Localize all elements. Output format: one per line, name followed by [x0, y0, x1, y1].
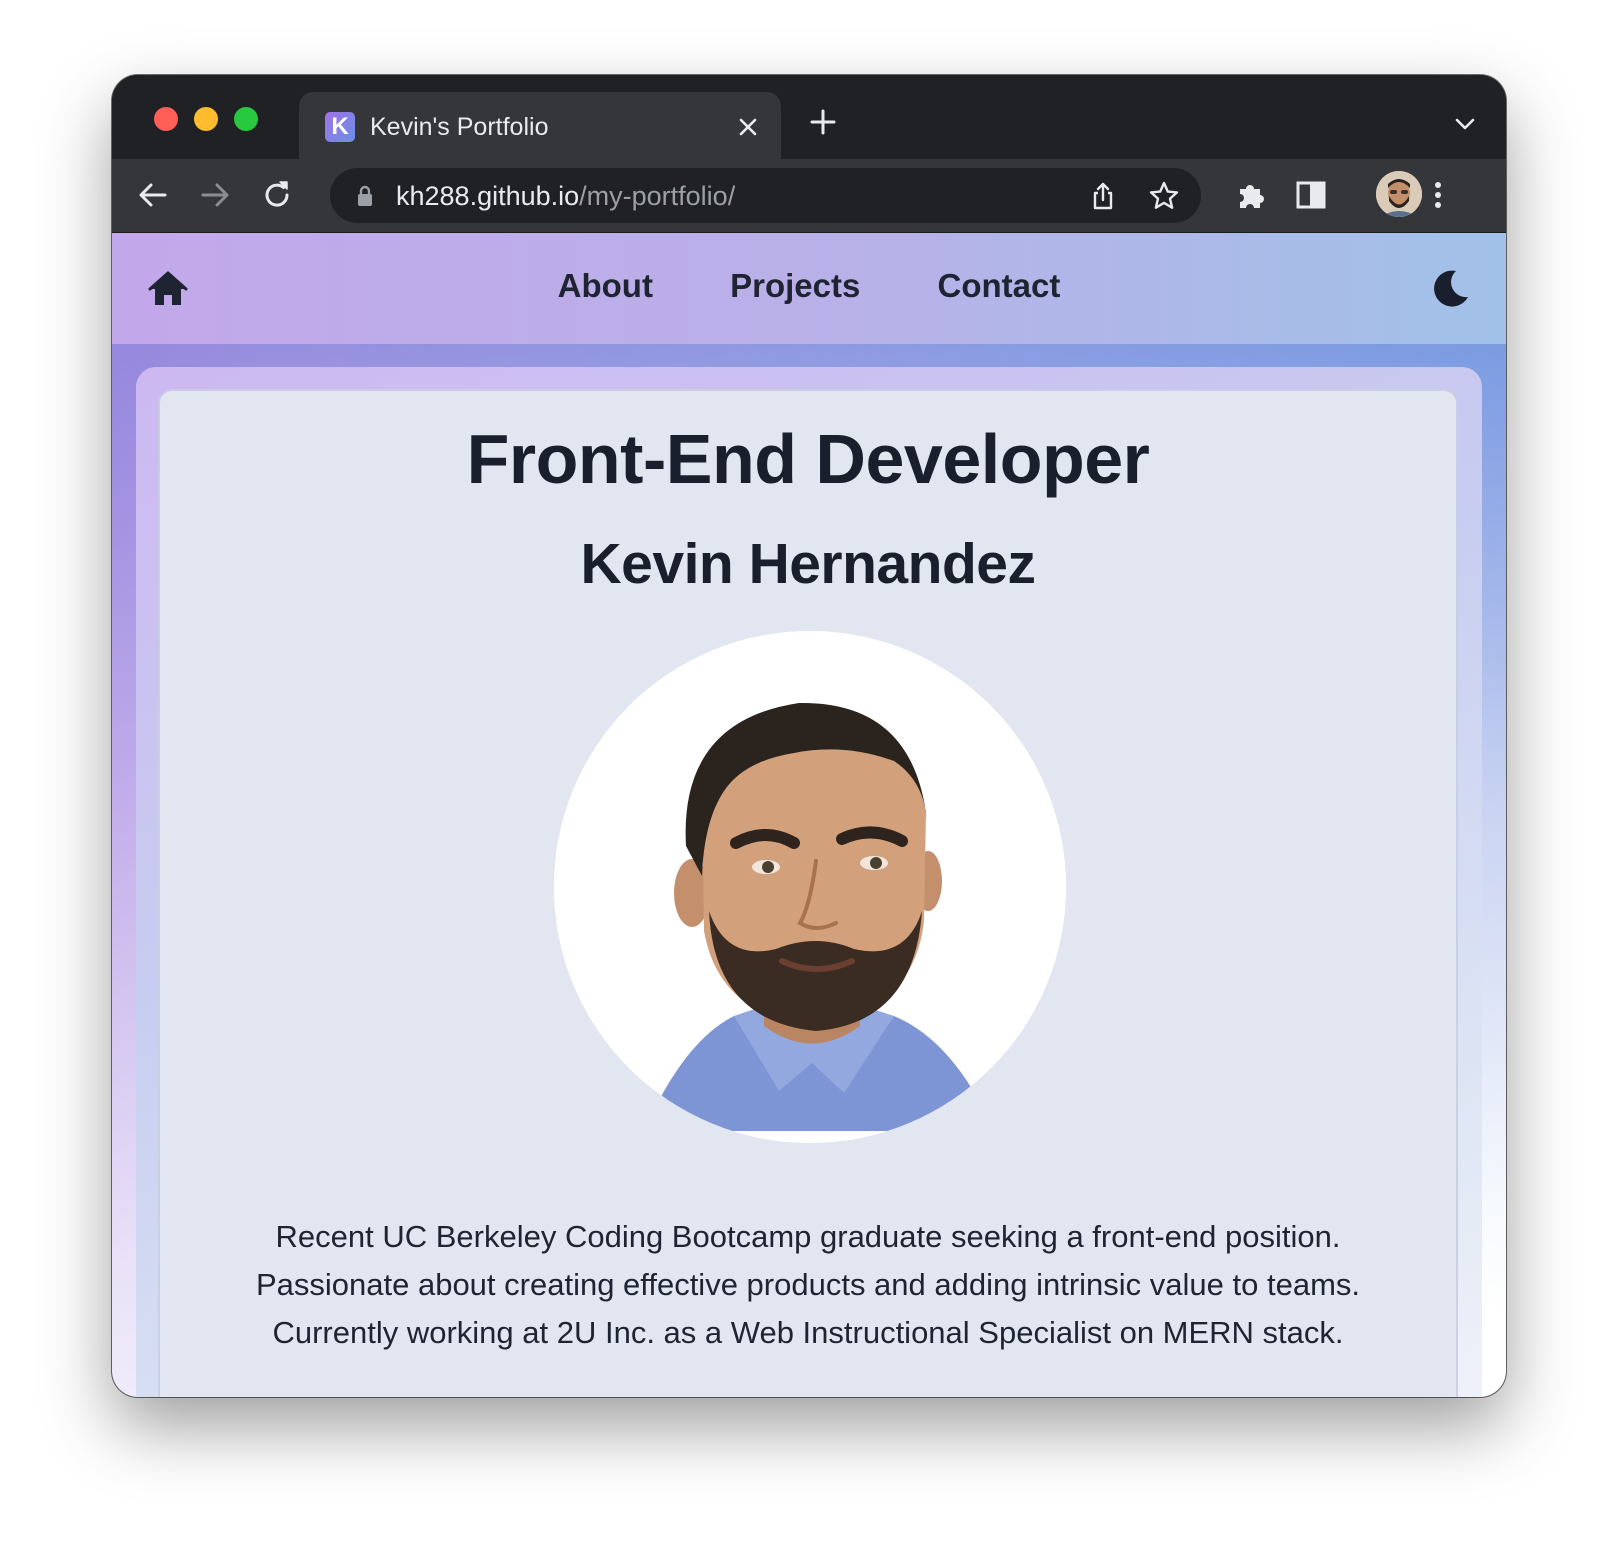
back-icon[interactable] — [134, 176, 172, 214]
nav-about-link[interactable]: About — [558, 267, 653, 305]
address-bar[interactable]: kh288.github.io/my-portfolio/ — [330, 168, 1201, 223]
lock-icon[interactable] — [354, 184, 376, 208]
forward-icon[interactable] — [196, 176, 234, 214]
bio-line-3: Currently working at 2U Inc. as a Web In… — [272, 1315, 1344, 1350]
site-navbar: About Projects Contact — [112, 233, 1506, 344]
bio-line-2: Passionate about creating effective prod… — [255, 1267, 1361, 1302]
bio-text: Recent UC Berkeley Coding Bootcamp gradu… — [160, 1213, 1456, 1357]
profile-photo — [554, 631, 1066, 1143]
bio-line-1: Recent UC Berkeley Coding Bootcamp gradu… — [275, 1219, 1341, 1254]
active-tab[interactable]: K Kevin's Portfolio — [299, 92, 781, 159]
new-tab-icon[interactable] — [806, 105, 840, 139]
moon-icon[interactable] — [1430, 267, 1472, 309]
nav-projects-link[interactable]: Projects — [730, 267, 860, 305]
profile-avatar[interactable] — [1376, 171, 1422, 217]
nav-links: About Projects Contact — [112, 267, 1506, 305]
role-heading: Front-End Developer — [466, 420, 1150, 498]
web-page: About Projects Contact Front-End Develop… — [112, 233, 1506, 1397]
browser-toolbar: kh288.github.io/my-portfolio/ — [112, 159, 1506, 233]
favicon-icon: K — [325, 112, 355, 142]
tab-title: Kevin's Portfolio — [370, 113, 549, 141]
side-panel-icon[interactable] — [1292, 176, 1330, 214]
close-icon[interactable] — [733, 112, 763, 142]
minimize-window-button[interactable] — [194, 107, 218, 131]
close-window-button[interactable] — [154, 107, 178, 131]
tab-strip: K Kevin's Portfolio — [112, 75, 1506, 159]
name-heading: Kevin Hernandez — [580, 532, 1036, 596]
maximize-window-button[interactable] — [234, 107, 258, 131]
reload-icon[interactable] — [258, 176, 296, 214]
tab-search-icon[interactable] — [1452, 111, 1478, 137]
url-text[interactable]: kh288.github.io/my-portfolio/ — [396, 178, 735, 214]
extensions-icon[interactable] — [1232, 176, 1270, 214]
star-icon[interactable] — [1148, 180, 1180, 212]
hero-card-outer: Front-End Developer Kevin Hernandez Rece… — [136, 367, 1482, 1397]
nav-contact-link[interactable]: Contact — [938, 267, 1061, 305]
url-path: /my-portfolio/ — [579, 181, 736, 211]
more-icon[interactable] — [1419, 176, 1457, 214]
url-host: kh288.github.io — [396, 181, 580, 211]
hero-card: Front-End Developer Kevin Hernandez Rece… — [160, 391, 1456, 1397]
share-icon[interactable] — [1087, 180, 1119, 212]
browser-window: K Kevin's Portfolio kh288.github.io/my-p… — [112, 75, 1506, 1397]
